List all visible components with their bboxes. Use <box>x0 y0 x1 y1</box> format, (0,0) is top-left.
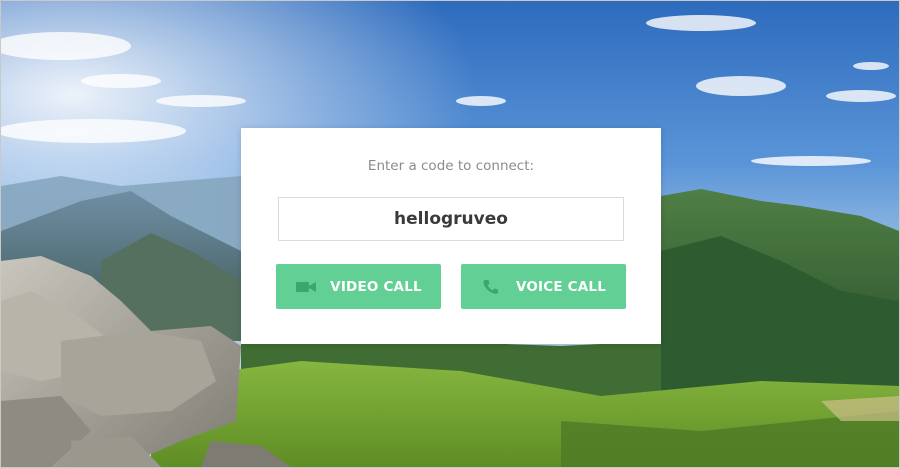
connect-prompt: Enter a code to connect: <box>367 158 535 174</box>
room-code-input[interactable] <box>278 197 624 241</box>
connect-card: Enter a code to connect: VIDEO CALL VOIC… <box>241 128 661 344</box>
app-window: Enter a code to connect: VIDEO CALL VOIC… <box>0 0 900 468</box>
video-call-button[interactable]: VIDEO CALL <box>276 264 441 309</box>
video-call-label: VIDEO CALL <box>330 278 422 295</box>
phone-icon <box>481 279 503 295</box>
voice-call-label: VOICE CALL <box>515 278 607 295</box>
voice-call-button[interactable]: VOICE CALL <box>461 264 626 309</box>
video-camera-icon <box>295 279 317 295</box>
